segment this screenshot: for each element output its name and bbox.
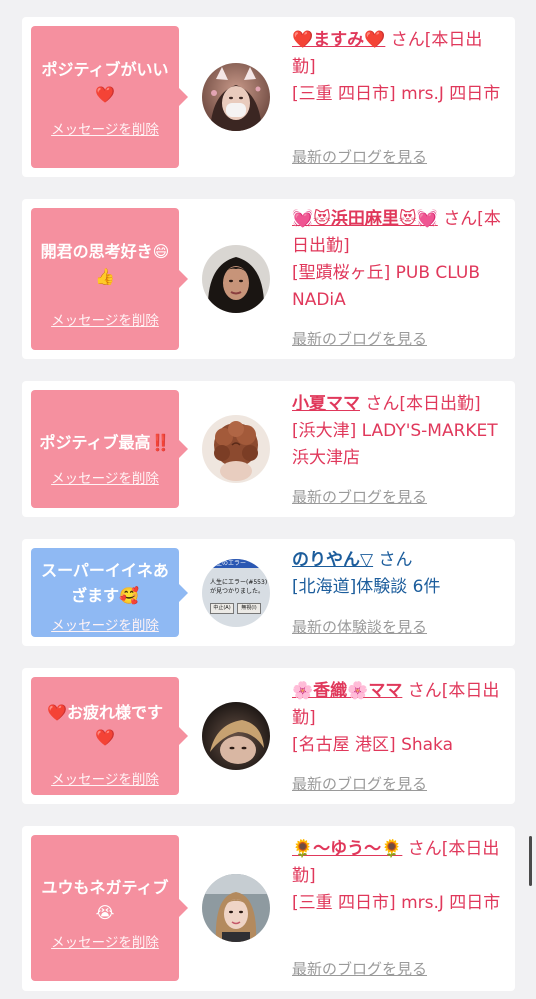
sender-name-link[interactable]: 💓😻浜田麻里😻💓 <box>292 209 438 229</box>
delete-message-link[interactable]: メッセージを削除 <box>31 467 179 487</box>
scrollbar-thumb[interactable] <box>529 836 532 886</box>
thumbs-up-emoji-icon: 👍 <box>95 267 115 286</box>
message-card: ポジティブがいい ❤️ メッセージを削除 ❤️ますみ❤️ さん[本日出勤] [三… <box>22 17 515 177</box>
message-card: ユウもネガティブ 😭 メッセージを削除 🌻〜ゆう〜🌻 さん[本日出勤] [三重 … <box>22 826 515 991</box>
sender-name-link[interactable]: のりやん▽ <box>292 550 373 570</box>
sender-status: さん[本日出勤] <box>365 394 481 414</box>
message-text: ポジティブ最高‼️ <box>39 433 171 452</box>
message-text: 開君の思考好き😄 👍 <box>40 242 170 286</box>
message-bubble: ポジティブがいい ❤️ メッセージを削除 <box>31 26 188 168</box>
sender-status: さん <box>378 550 413 570</box>
message-bubble: ❤️お疲れ様です ❤️ メッセージを削除 <box>31 677 188 795</box>
delete-message-link[interactable]: メッセージを削除 <box>31 118 179 138</box>
delete-message-link[interactable]: メッセージを削除 <box>31 931 179 951</box>
message-bubble: スーパーイイネあざます🥰 メッセージを削除 <box>31 548 188 637</box>
double-exclamation-icon: ‼️ <box>150 433 171 452</box>
sender-info: 🌻〜ゆう〜🌻 さん[本日出勤] [三重 四日市] mrs.J 四日市 <box>292 836 505 917</box>
sender-info: 💓😻浜田麻里😻💓 さん[本日出勤] [聖蹟桜ヶ丘] PUB CLUB NADiA <box>292 206 505 314</box>
avatar[interactable] <box>202 702 270 770</box>
message-bubble: ユウもネガティブ 😭 メッセージを削除 <box>31 835 188 981</box>
message-text: ユウもネガティブ 😭 <box>41 878 169 922</box>
heart-emoji-icon: ❤️ <box>47 703 67 722</box>
message-card: ❤️お疲れ様です ❤️ メッセージを削除 🌸香織🌸ママ さん[本日出勤] [名古… <box>22 668 515 804</box>
smiling-hearts-emoji-icon: 🥰 <box>119 586 139 605</box>
avatar[interactable] <box>202 245 270 313</box>
latest-blog-link[interactable]: 最新のブログを見る <box>292 486 427 507</box>
shop-info: [浜大津] LADY'S-MARKET 浜大津店 <box>292 421 498 468</box>
delete-message-link[interactable]: メッセージを削除 <box>31 309 179 329</box>
avatar-error-title: 生のエラー <box>216 560 247 567</box>
avatar-error-line1: 人生にエラー(#553) <box>210 579 268 586</box>
sender-name-link[interactable]: 🌻〜ゆう〜🌻 <box>292 839 402 859</box>
message-text: ❤️お疲れ様です ❤️ <box>47 703 163 747</box>
avatar-error-line2: が見つかりました。 <box>210 588 265 595</box>
sender-name-link[interactable]: 🌸香織🌸ママ <box>292 681 402 701</box>
sender-info: のりやん▽ さん [北海道]体験談 6件 <box>292 547 505 601</box>
latest-blog-link[interactable]: 最新のブログを見る <box>292 773 427 794</box>
avatar-abort-button: 中止(A) <box>210 603 234 614</box>
avatar[interactable] <box>202 415 270 483</box>
avatar[interactable] <box>202 63 270 131</box>
sender-info: ❤️ますみ❤️ さん[本日出勤] [三重 四日市] mrs.J 四日市 <box>292 27 505 108</box>
shop-info: [名古屋 港区] Shaka <box>292 735 454 755</box>
shop-info: [北海道]体験談 6件 <box>292 577 441 597</box>
latest-blog-link[interactable]: 最新のブログを見る <box>292 958 427 979</box>
latest-review-link[interactable]: 最新の体験談を見る <box>292 616 427 637</box>
sender-name-link[interactable]: ❤️ますみ❤️ <box>292 30 385 50</box>
crying-emoji-icon: 😭 <box>95 903 115 922</box>
message-card: 開君の思考好き😄 👍 メッセージを削除 💓😻浜田麻里😻💓 さん[本日出勤] [聖… <box>22 199 515 359</box>
shop-info: [三重 四日市] mrs.J 四日市 <box>292 84 501 104</box>
sender-name-link[interactable]: 小夏ママ <box>292 394 360 414</box>
heart-emoji-icon: ❤️ <box>95 85 115 104</box>
delete-message-link[interactable]: メッセージを削除 <box>31 614 179 634</box>
message-bubble: 開君の思考好き😄 👍 メッセージを削除 <box>31 208 188 350</box>
message-text: ポジティブがいい ❤️ <box>41 60 169 104</box>
avatar-ignore-button: 無視(I) <box>237 603 261 614</box>
latest-blog-link[interactable]: 最新のブログを見る <box>292 328 427 349</box>
sender-info: 小夏ママ さん[本日出勤] [浜大津] LADY'S-MARKET 浜大津店 <box>292 391 505 472</box>
message-card: ポジティブ最高‼️ メッセージを削除 小夏ママ さん[本日出勤] [浜大津] L… <box>22 381 515 517</box>
message-card: スーパーイイネあざます🥰 メッセージを削除 生のエラー 人生にエラー(#553)… <box>22 539 515 646</box>
delete-message-link[interactable]: メッセージを削除 <box>31 768 179 788</box>
message-text: スーパーイイネあざます🥰 <box>41 561 169 605</box>
heart-emoji-icon: ❤️ <box>95 728 115 747</box>
message-bubble: ポジティブ最高‼️ メッセージを削除 <box>31 390 188 508</box>
avatar[interactable]: 生のエラー 人生にエラー(#553) が見つかりました。 中止(A) 無視(I) <box>202 559 270 627</box>
shop-info: [三重 四日市] mrs.J 四日市 <box>292 893 501 913</box>
avatar[interactable] <box>202 874 270 942</box>
sender-info: 🌸香織🌸ママ さん[本日出勤] [名古屋 港区] Shaka <box>292 678 505 759</box>
shop-info: [聖蹟桜ヶ丘] PUB CLUB NADiA <box>292 263 481 310</box>
latest-blog-link[interactable]: 最新のブログを見る <box>292 146 427 167</box>
